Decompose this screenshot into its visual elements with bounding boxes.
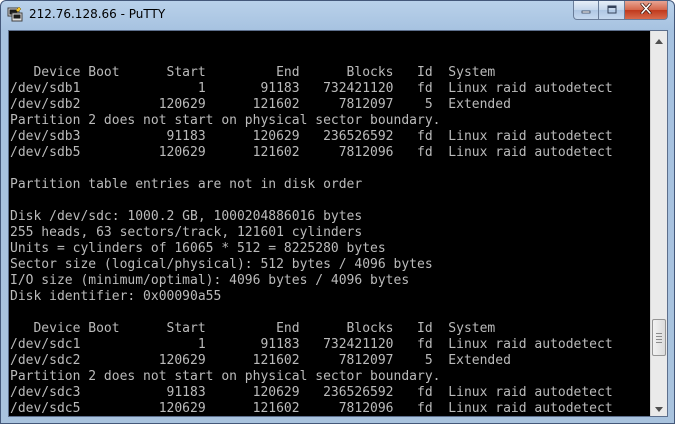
terminal-line: Disk /dev/sdc: 1000.2 GB, 1000204886016 … — [10, 209, 363, 224]
terminal-line: Partition table entries are not in disk … — [10, 177, 363, 192]
scroll-down-button[interactable] — [651, 399, 667, 416]
terminal-area[interactable]: Device Boot Start End Blocks Id System/d… — [8, 30, 668, 417]
terminal-line: 255 heads, 63 sectors/track, 121601 cyli… — [10, 225, 363, 240]
terminal-line: /dev/sdb5 120629 121602 7812096 fd Linux… — [10, 145, 613, 160]
terminal-output[interactable]: Device Boot Start End Blocks Id System/d… — [10, 49, 650, 433]
terminal-line: /dev/sdc1 1 91183 732421120 fd Linux rai… — [10, 337, 613, 352]
terminal-line: Device Boot Start End Blocks Id System — [10, 65, 496, 80]
close-icon — [640, 1, 652, 19]
thumb-grip-line — [656, 333, 662, 334]
terminal-line: Sector size (logical/physical): 512 byte… — [10, 257, 433, 272]
terminal-line: I/O size (minimum/optimal): 4096 bytes /… — [10, 273, 410, 288]
terminal-line: /dev/sdb1 1 91183 732421120 fd Linux rai… — [10, 81, 613, 96]
putty-icon[interactable] — [7, 6, 23, 22]
terminal-line: /dev/sdc5 120629 121602 7812096 fd Linux… — [10, 401, 613, 416]
putty-window: 212.76.128.66 - PuTTY Device Boot Start — [0, 0, 675, 424]
caption-buttons — [573, 1, 668, 20]
thumb-grip-line — [656, 336, 662, 337]
terminal-line: Disk identifier: 0x00090a55 — [10, 289, 222, 304]
terminal-line: /dev/sdc3 91183 120629 236526592 fd Linu… — [10, 385, 613, 400]
maximize-icon — [607, 1, 617, 19]
terminal-line: Units = cylinders of 16065 * 512 = 82252… — [10, 241, 386, 256]
scroll-down-arrow-icon — [655, 399, 663, 417]
close-button[interactable] — [625, 1, 668, 20]
terminal-line: Partition 2 does not start on physical s… — [10, 113, 441, 128]
terminal-line: Partition 2 does not start on physical s… — [10, 369, 441, 384]
title-bar[interactable]: 212.76.128.66 - PuTTY — [1, 1, 674, 29]
terminal-line: /dev/sdb3 91183 120629 236526592 fd Linu… — [10, 129, 613, 144]
terminal-line: /dev/sdb2 120629 121602 7812097 5 Extend… — [10, 97, 511, 112]
scroll-up-button[interactable] — [651, 31, 667, 48]
maximize-button[interactable] — [599, 1, 625, 20]
scroll-up-arrow-icon — [655, 31, 663, 49]
terminal-line: Device Boot Start End Blocks Id System — [10, 321, 496, 336]
minimize-button[interactable] — [573, 1, 599, 20]
vertical-scrollbar[interactable] — [650, 31, 667, 416]
thumb-grip-line — [656, 339, 662, 340]
window-title: 212.76.128.66 - PuTTY — [29, 7, 166, 21]
terminal-line: /dev/sdc2 120629 121602 7812097 5 Extend… — [10, 353, 511, 368]
thumb-grip-line — [656, 342, 662, 343]
scroll-thumb[interactable] — [652, 319, 666, 356]
minimize-icon — [581, 1, 591, 19]
